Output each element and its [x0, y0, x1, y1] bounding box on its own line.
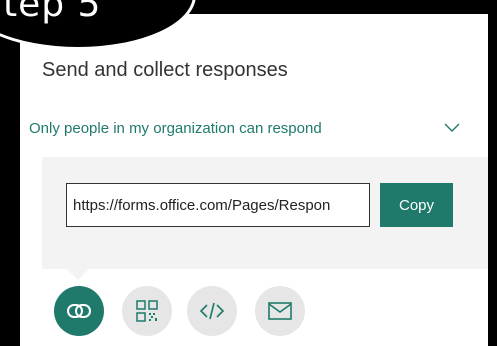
tutorial-screenshot: tep 5 Send and collect responses Only pe…	[0, 0, 497, 346]
chevron-down-icon	[444, 123, 460, 132]
share-options	[20, 286, 488, 346]
copy-link-button[interactable]: Copy	[380, 183, 453, 227]
active-tab-pointer	[66, 268, 90, 280]
qr-code-icon	[136, 300, 158, 322]
link-icon	[67, 304, 91, 318]
email-icon	[268, 302, 292, 320]
audience-dropdown-value: Only people in my organization can respo…	[29, 120, 322, 137]
share-email-button[interactable]	[255, 286, 305, 336]
send-responses-panel: Send and collect responses Only people i…	[20, 14, 488, 346]
embed-code-icon	[199, 302, 225, 320]
share-embed-button[interactable]	[187, 286, 237, 336]
share-qr-button[interactable]	[122, 286, 172, 336]
step-badge-label: tep 5	[3, 0, 102, 25]
link-share-area: Copy	[42, 157, 488, 269]
audience-dropdown[interactable]: Only people in my organization can respo…	[20, 112, 470, 146]
form-link-field[interactable]	[66, 183, 370, 227]
panel-title: Send and collect responses	[42, 59, 288, 81]
share-link-button[interactable]	[54, 286, 104, 336]
